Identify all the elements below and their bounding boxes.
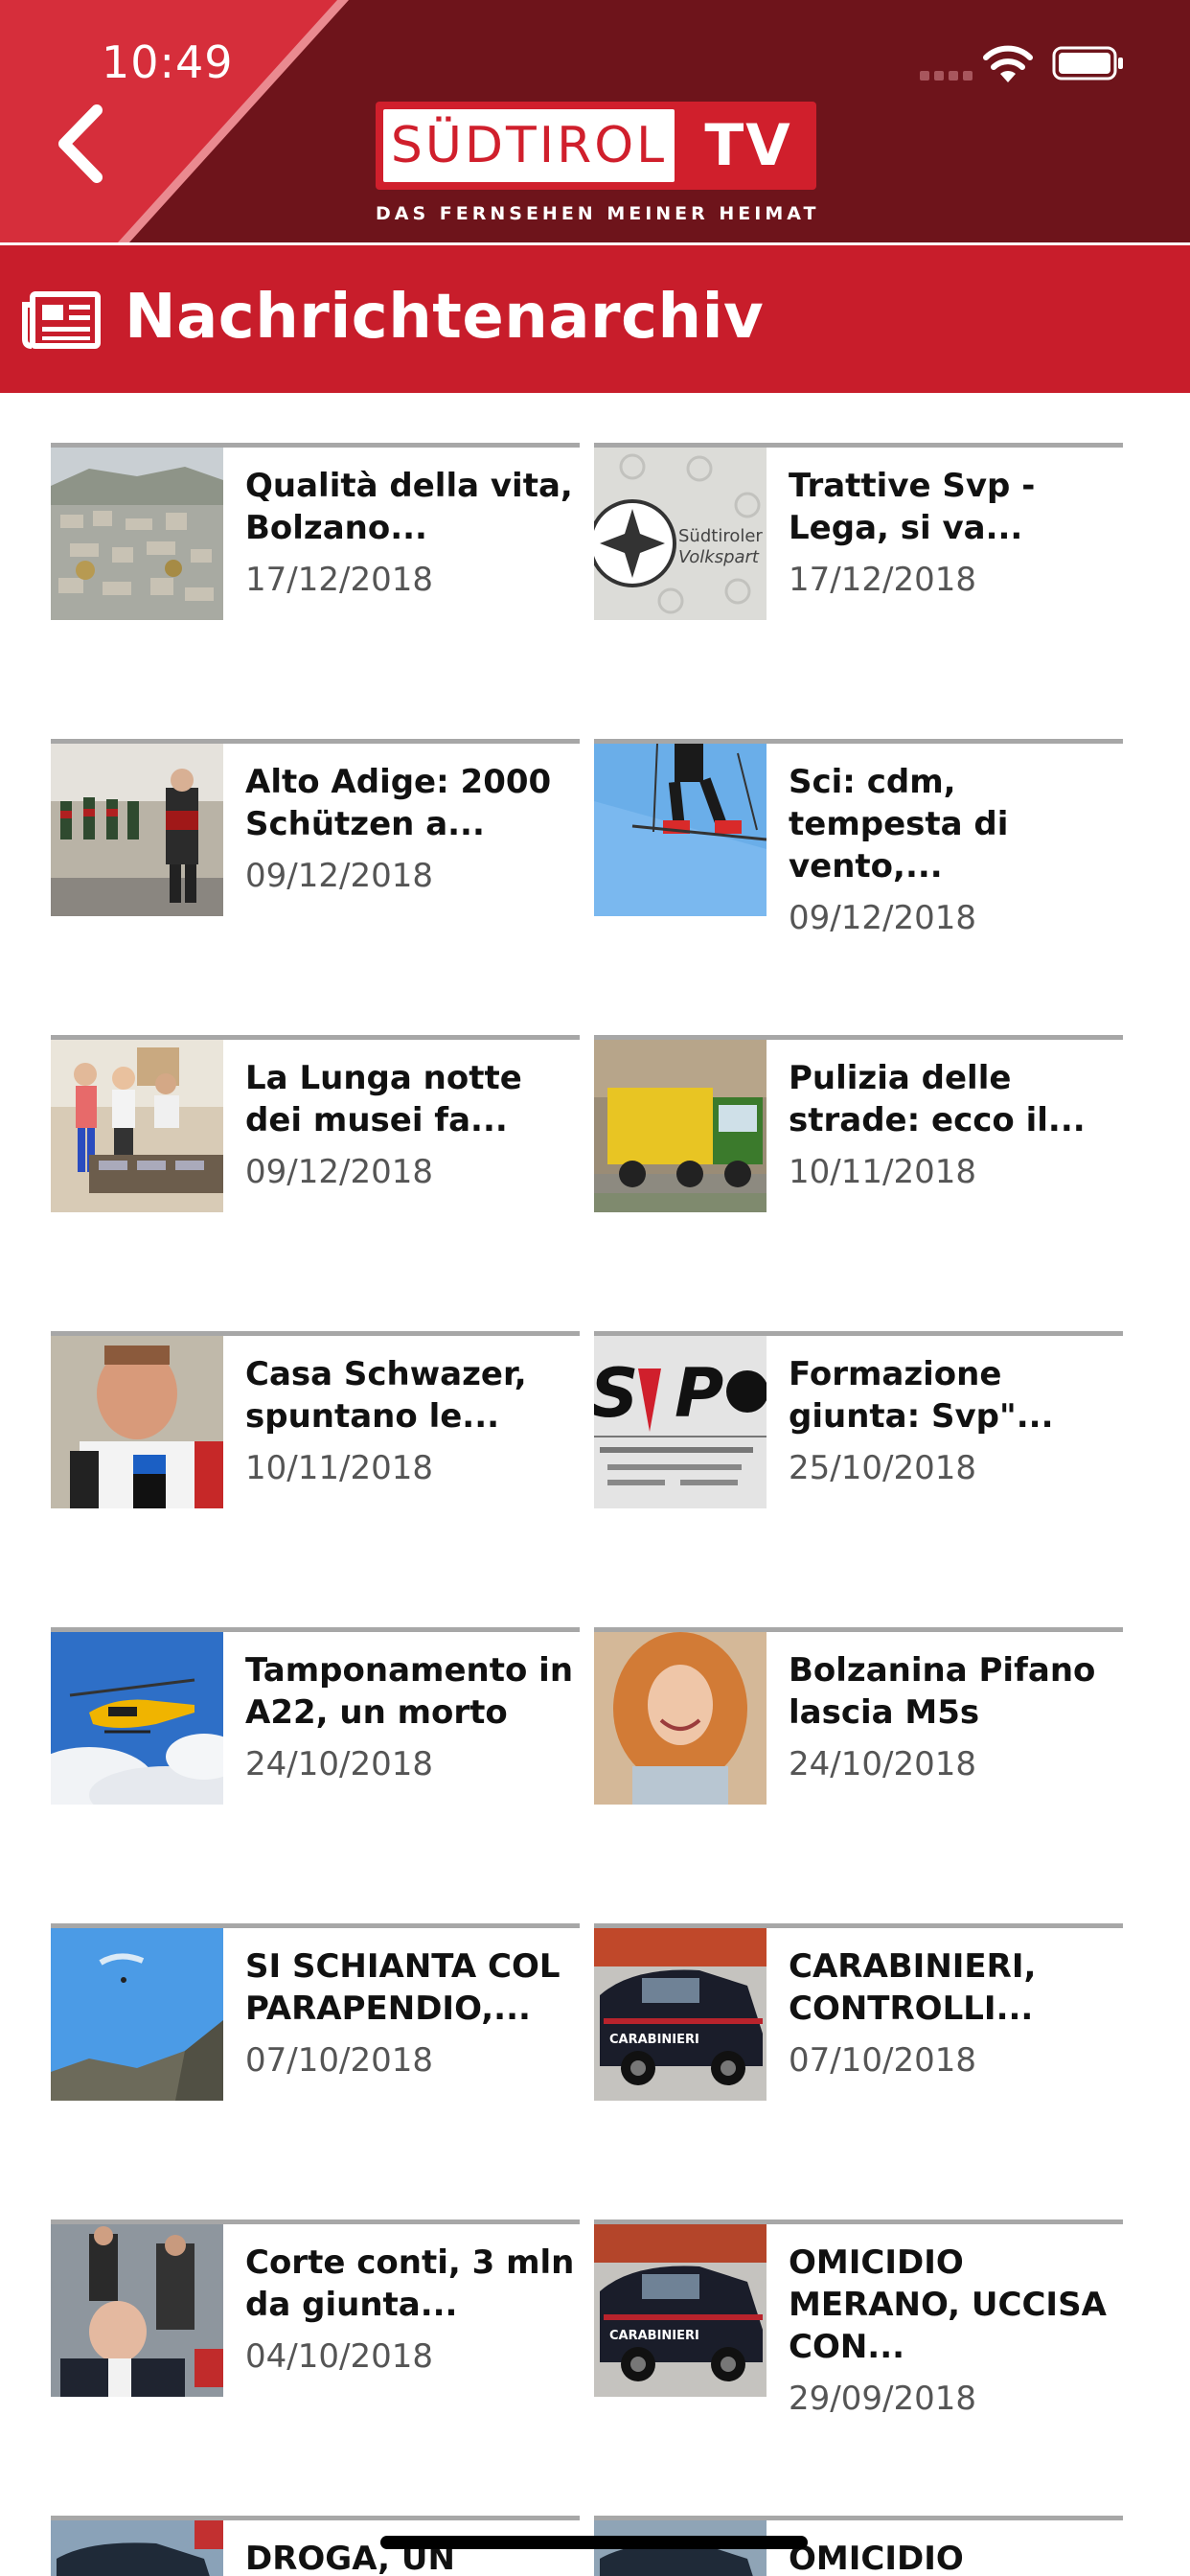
article-title: Bolzanina Pifano lascia M5s xyxy=(789,1651,1096,1732)
article-thumbnail xyxy=(51,2520,223,2576)
article-date: 04/10/2018 xyxy=(245,2337,433,2376)
article-date: 09/12/2018 xyxy=(245,857,433,895)
news-card[interactable]: SI SCHIANTA COL PARAPENDIO,... 07/10/201… xyxy=(51,1923,580,2105)
article-title: SI SCHIANTA COL PARAPENDIO,... xyxy=(245,1947,561,2028)
article-thumbnail xyxy=(51,448,223,620)
article-date: 24/10/2018 xyxy=(789,1745,976,1783)
article-title: Casa Schwazer, spuntano le... xyxy=(245,1355,527,1436)
svg-text:Südtiroler: Südtiroler xyxy=(678,526,763,546)
article-title: Sci: cdm, tempesta di vento,... xyxy=(789,763,1009,886)
svg-text:Volkspart: Volkspart xyxy=(678,547,760,567)
article-title: Tamponamento in A22, un morto xyxy=(245,1651,574,1732)
svg-text:CARABINIERI: CARABINIERI xyxy=(609,2033,699,2047)
news-card[interactable]: La Lunga notte dei musei fa... 09/12/201… xyxy=(51,1035,580,1217)
article-thumbnail xyxy=(51,1336,223,1508)
svg-text:S: S xyxy=(594,1354,638,1433)
home-indicator[interactable] xyxy=(380,2536,808,2549)
wifi-icon xyxy=(983,45,1033,82)
article-title: Formazione giunta: Svp"... xyxy=(789,1355,1054,1436)
cellular-signal-icon xyxy=(920,71,973,80)
article-thumbnail xyxy=(594,744,767,916)
news-card[interactable]: Bolzanina Pifano lascia M5s 24/10/2018 xyxy=(594,1627,1123,1809)
article-title: Pulizia delle strade: ecco il... xyxy=(789,1059,1086,1139)
app-header: 10:49 SÜDTIROL TV DAS FERNSEHEN MEINER H… xyxy=(0,0,1190,242)
article-thumbnail xyxy=(594,1632,767,1805)
news-card[interactable]: Pulizia delle strade: ecco il... 10/11/2… xyxy=(594,1035,1123,1217)
article-date: 24/10/2018 xyxy=(245,1745,433,1783)
title-bar: Nachrichtenarchiv xyxy=(0,242,1190,393)
news-card[interactable]: Casa Schwazer, spuntano le... 10/11/2018 xyxy=(51,1331,580,1513)
article-thumbnail: CARABINIERI xyxy=(594,1928,767,2101)
article-title: CARABINIERI, CONTROLLI... xyxy=(789,1947,1037,2028)
article-thumbnail xyxy=(51,1040,223,1212)
article-date: 17/12/2018 xyxy=(789,561,976,599)
article-title: Trattive Svp - Lega, si va... xyxy=(789,467,1036,547)
article-thumbnail xyxy=(594,1040,767,1212)
news-card[interactable]: Qualità della vita, Bolzano... 17/12/201… xyxy=(51,443,580,625)
article-title: OMICIDIO MERANO, UCCISA CON... xyxy=(789,2243,1107,2366)
article-date: 07/10/2018 xyxy=(789,2041,976,2080)
article-thumbnail xyxy=(51,1928,223,2101)
news-card[interactable]: CARABINIERI CARABINIERI, CONTROLLI... 07… xyxy=(594,1923,1123,2105)
article-title: Corte conti, 3 mln da giunta... xyxy=(245,2243,575,2324)
news-card[interactable]: CARABINIERI OMICIDIO MERANO, UCCISA CON.… xyxy=(594,2220,1123,2418)
newspaper-icon xyxy=(22,291,101,349)
news-card[interactable]: Südtiroler Volkspart Trattive Svp - Lega… xyxy=(594,443,1123,625)
svg-text:CARABINIERI: CARABINIERI xyxy=(609,2329,699,2343)
article-thumbnail xyxy=(51,744,223,916)
article-date: 09/12/2018 xyxy=(245,1153,433,1191)
logo-text-left: SÜDTIROL xyxy=(383,109,675,182)
article-thumbnail: S P xyxy=(594,1336,767,1508)
logo-text-right: TV xyxy=(704,112,792,179)
article-title: OMICIDIO xyxy=(789,2540,964,2576)
svg-text:P: P xyxy=(675,1354,723,1433)
brand-logo: SÜDTIROL TV xyxy=(376,102,816,190)
article-date: 07/10/2018 xyxy=(245,2041,433,2080)
news-card[interactable]: Alto Adige: 2000 Schützen a... 09/12/201… xyxy=(51,739,580,921)
page-title: Nachrichtenarchiv xyxy=(125,282,765,353)
news-card[interactable]: Corte conti, 3 mln da giunta... 04/10/20… xyxy=(51,2220,580,2402)
logo-tagline: DAS FERNSEHEN MEINER HEIMAT xyxy=(376,203,820,224)
article-date: 10/11/2018 xyxy=(789,1153,976,1191)
article-title: Qualità della vita, Bolzano... xyxy=(245,467,573,547)
news-card[interactable]: Sci: cdm, tempesta di vento,... 09/12/20… xyxy=(594,739,1123,937)
news-card[interactable]: Tamponamento in A22, un morto 24/10/2018 xyxy=(51,1627,580,1809)
back-button[interactable] xyxy=(38,96,125,192)
status-time: 10:49 xyxy=(102,36,234,88)
article-date: 29/09/2018 xyxy=(789,2380,976,2418)
article-date: 10/11/2018 xyxy=(245,1449,433,1487)
chevron-left-icon xyxy=(58,104,103,183)
article-thumbnail xyxy=(51,2224,223,2397)
article-date: 25/10/2018 xyxy=(789,1449,976,1487)
article-date: 09/12/2018 xyxy=(789,899,976,937)
news-grid: Qualità della vita, Bolzano... 17/12/201… xyxy=(0,393,1190,2576)
article-date: 17/12/2018 xyxy=(245,561,433,599)
battery-icon xyxy=(1052,46,1123,80)
article-thumbnail: CARABINIERI xyxy=(594,2224,767,2397)
article-thumbnail xyxy=(51,1632,223,1805)
article-title: Alto Adige: 2000 Schützen a... xyxy=(245,763,552,843)
news-card[interactable]: S P Formazione giunta: Svp"... 25/10/201… xyxy=(594,1331,1123,1513)
article-thumbnail: Südtiroler Volkspart xyxy=(594,448,767,620)
article-title: La Lunga notte dei musei fa... xyxy=(245,1059,522,1139)
